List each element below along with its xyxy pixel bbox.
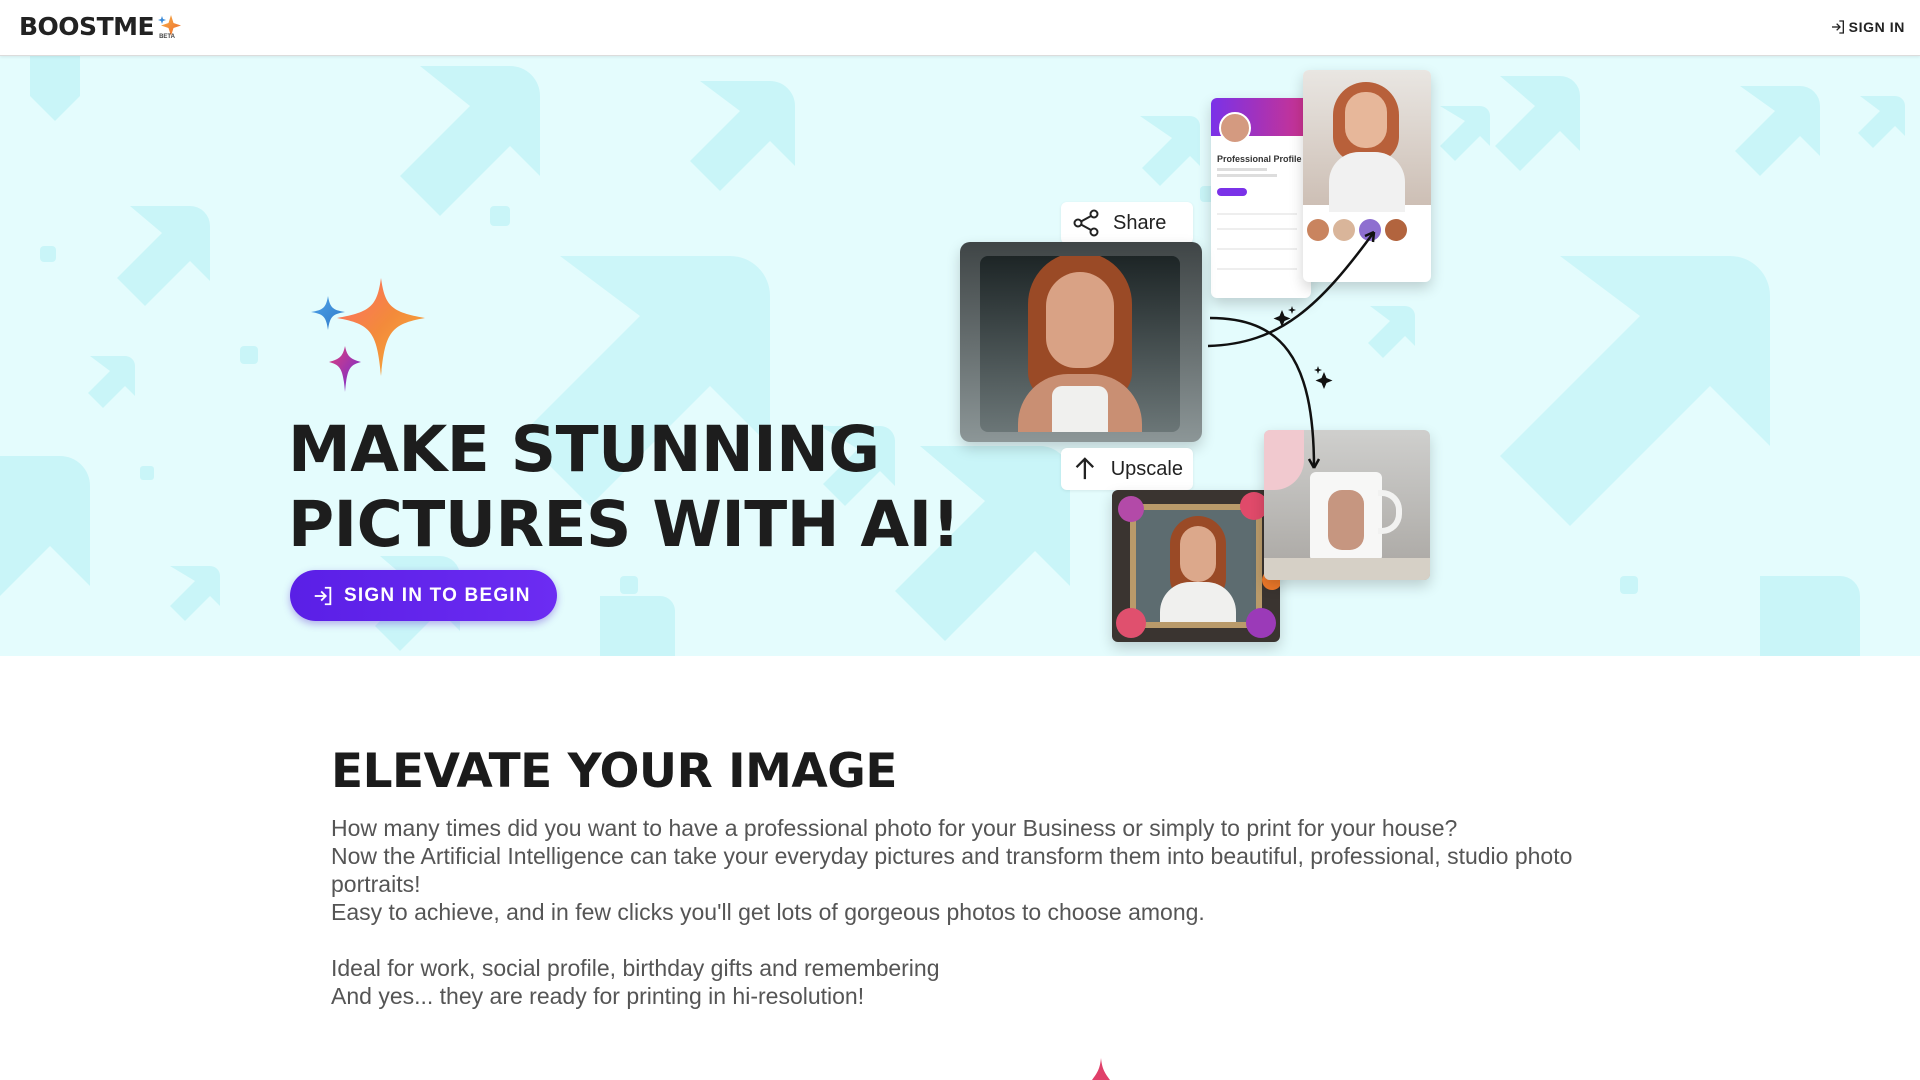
hero-headline-line1: MAKE STUNNING xyxy=(288,413,880,486)
section-description: How many times did you want to have a pr… xyxy=(331,814,1631,1010)
brand-logo[interactable]: BOOSTME BETA xyxy=(19,12,182,41)
upscale-action[interactable]: Upscale xyxy=(1061,448,1193,490)
login-icon xyxy=(314,586,332,605)
section-paragraph xyxy=(331,926,1631,954)
ai-sparkles-icon xyxy=(311,278,425,392)
login-icon xyxy=(1831,20,1844,34)
decorative-sparkle-icon xyxy=(1092,1058,1110,1080)
section-paragraph: Easy to achieve, and in few clicks you'l… xyxy=(331,899,1205,925)
mug-product-photo xyxy=(1264,430,1430,580)
hero-headline-line2: PICTURES WITH AI! xyxy=(288,488,960,561)
profile-screen-card: Professional Profile xyxy=(1211,98,1311,298)
beta-badge: BETA xyxy=(159,33,175,40)
upscale-label: Upscale xyxy=(1110,457,1183,480)
section-paragraph: Ideal for work, social profile, birthday… xyxy=(331,955,940,981)
arrow-up-icon xyxy=(1075,457,1095,480)
social-post-card xyxy=(1303,70,1431,282)
logo-text: BOOSTME xyxy=(19,12,155,41)
top-navbar: BOOSTME BETA SIGN IN xyxy=(0,0,1920,56)
profile-card-title: Professional Profile xyxy=(1217,154,1302,164)
logo-sparkle-icon: BETA xyxy=(158,14,182,40)
original-portrait xyxy=(960,242,1202,442)
header-sign-in-button[interactable]: SIGN IN xyxy=(1830,19,1905,35)
share-icon xyxy=(1073,209,1099,237)
hero-banner: MAKE STUNNING PICTURES WITH AI! SIGN IN … xyxy=(0,56,1920,656)
header-sign-in-label: SIGN IN xyxy=(1848,19,1905,35)
cta-label: SIGN IN TO BEGIN xyxy=(344,584,531,606)
section-paragraph: How many times did you want to have a pr… xyxy=(331,815,1458,841)
share-label: Share xyxy=(1113,211,1167,234)
section-paragraph: Now the Artificial Intelligence can take… xyxy=(331,843,1573,897)
section-title: ELEVATE YOUR IMAGE xyxy=(331,744,897,799)
framed-portrait xyxy=(1112,490,1280,642)
share-action[interactable]: Share xyxy=(1061,202,1193,244)
section-paragraph: And yes... they are ready for printing i… xyxy=(331,983,865,1009)
hero-headline: MAKE STUNNING PICTURES WITH AI! xyxy=(288,412,960,562)
sign-in-to-begin-button[interactable]: SIGN IN TO BEGIN xyxy=(290,570,557,621)
